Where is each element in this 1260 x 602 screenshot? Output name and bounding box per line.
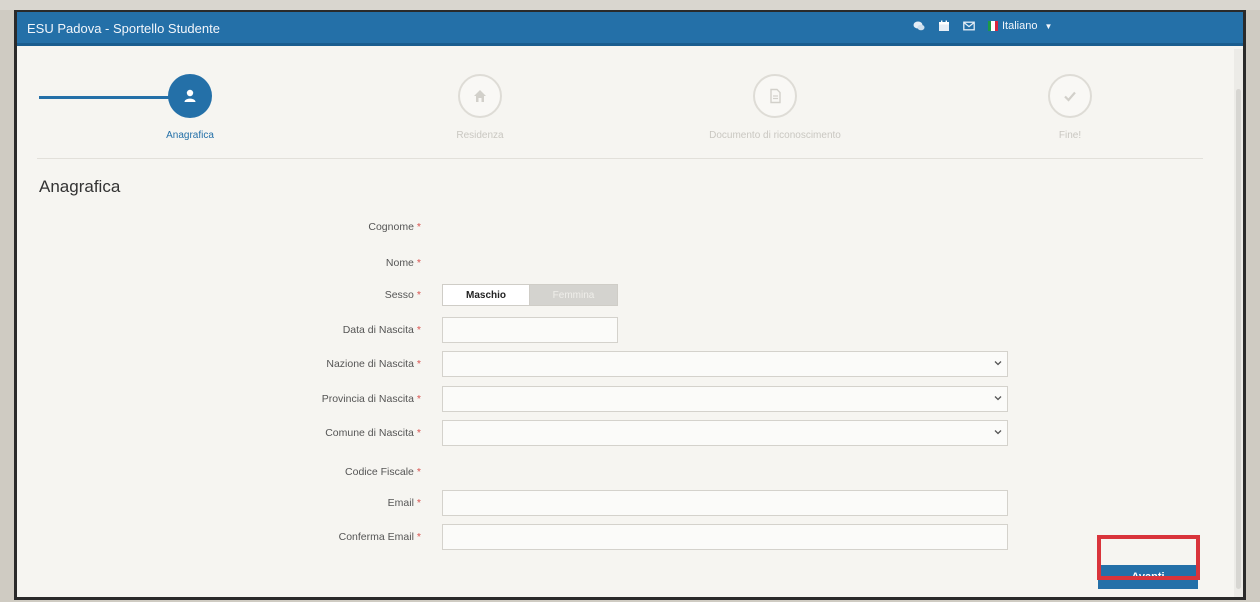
form-row-email: Email * (17, 490, 1017, 518)
form-row-codice-fiscale: Codice Fiscale * (17, 459, 1017, 487)
comune-nascita-select[interactable] (442, 420, 1008, 446)
highlight-box (1097, 535, 1200, 580)
chevron-down-icon: ▼ (1044, 21, 1053, 31)
form-row-conferma-email: Conferma Email * (17, 524, 1017, 552)
field-label: Nome * (385, 257, 421, 269)
user-icon (184, 89, 196, 102)
browser-screen: ESU Padova - Sportello Studente Italiano… (14, 10, 1246, 600)
wizard-step-label: Fine! (1058, 130, 1082, 141)
femmina-button[interactable]: Femmina (530, 284, 618, 306)
required-mark: * (416, 324, 421, 336)
chevron-down-icon (994, 396, 1002, 401)
nazione-nascita-select[interactable] (442, 351, 1008, 377)
wizard-step-circle (168, 74, 212, 118)
field-label: Cognome * (368, 221, 421, 233)
language-label: Italiano (1002, 20, 1038, 32)
chevron-down-icon (994, 361, 1002, 366)
required-mark: * (416, 289, 421, 301)
check-icon (1064, 91, 1076, 102)
wizard-step-label: Documento di riconoscimento (709, 130, 841, 141)
required-mark: * (416, 497, 421, 509)
chat-icon[interactable] (913, 20, 925, 32)
wizard-step-circle (1048, 74, 1092, 118)
wizard-step-residenza[interactable]: Residenza (435, 74, 525, 141)
required-mark: * (416, 531, 421, 543)
field-label: Comune di Nascita * (325, 427, 421, 439)
conferma-email-input[interactable] (442, 524, 1008, 550)
required-mark: * (416, 427, 421, 439)
form-row-data-nascita: Data di Nascita * (17, 317, 1017, 345)
app-title[interactable]: ESU Padova - Sportello Studente (27, 21, 220, 36)
field-label: Conferma Email * (338, 531, 421, 543)
navbar-icons: Italiano ▼ (913, 20, 1052, 32)
calendar-icon[interactable] (938, 20, 950, 32)
wizard-step-circle (753, 74, 797, 118)
data-nascita-input[interactable] (442, 317, 618, 343)
monitor-frame (0, 0, 1260, 10)
wizard-step-label: Anagrafica (166, 130, 214, 141)
required-mark: * (416, 393, 421, 405)
form-row-nazione-nascita: Nazione di Nascita * (17, 351, 1017, 379)
wizard-step-documento[interactable]: Documento di riconoscimento (700, 74, 850, 141)
required-mark: * (416, 466, 421, 478)
maschio-button[interactable]: Maschio (442, 284, 530, 306)
form-row-comune-nascita: Comune di Nascita * (17, 420, 1017, 448)
field-label: Data di Nascita * (342, 324, 421, 336)
field-label: Provincia di Nascita * (321, 393, 421, 405)
form-row-nome: Nome * (17, 250, 1017, 278)
field-label: Email * (387, 497, 421, 509)
required-mark: * (416, 257, 421, 269)
form-row-cognome: Cognome * (17, 214, 1017, 242)
language-dropdown[interactable]: Italiano ▼ (988, 20, 1052, 32)
sesso-toggle: Maschio Femmina (442, 284, 618, 306)
italy-flag-icon (988, 21, 998, 31)
wizard-step-label: Residenza (456, 130, 504, 141)
envelope-icon[interactable] (963, 20, 975, 32)
required-mark: * (416, 358, 421, 370)
top-navbar: ESU Padova - Sportello Studente Italiano… (17, 12, 1243, 46)
document-icon (770, 88, 781, 104)
field-label: Sesso * (384, 289, 421, 301)
chevron-down-icon (994, 430, 1002, 435)
wizard-divider (37, 158, 1203, 159)
home-icon (474, 90, 486, 102)
form-row-sesso: Sesso * Maschio Femmina (17, 284, 1017, 312)
wizard-step-fine[interactable]: Fine! (1025, 74, 1115, 141)
field-label: Nazione di Nascita * (326, 358, 421, 370)
email-input[interactable] (442, 490, 1008, 516)
field-label: Codice Fiscale * (345, 466, 421, 478)
wizard-step-anagrafica[interactable]: Anagrafica (145, 74, 235, 141)
section-title: Anagrafica (39, 177, 121, 196)
provincia-nascita-select[interactable] (442, 386, 1008, 412)
form-row-provincia-nascita: Provincia di Nascita * (17, 386, 1017, 414)
scrollbar-thumb[interactable] (1236, 89, 1241, 589)
wizard-step-circle (458, 74, 502, 118)
required-mark: * (416, 221, 421, 233)
wizard-steps: Anagrafica Residenza Documento di ricono… (17, 49, 1227, 174)
vertical-scrollbar[interactable] (1234, 49, 1243, 597)
